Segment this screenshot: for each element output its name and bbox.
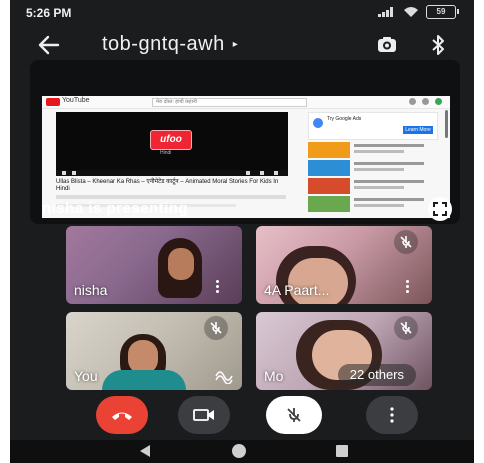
video-logo: ufoo — [150, 130, 192, 150]
battery-icon: 59 — [426, 5, 459, 19]
mic-off-icon — [287, 408, 301, 422]
fullscreen-button[interactable] — [428, 197, 452, 221]
recommended-video — [308, 142, 436, 158]
more-options-button[interactable] — [366, 396, 418, 434]
microphone-toggle-button[interactable] — [266, 396, 322, 434]
youtube-header: YouTube मेरा दोस्त: हाथी कहानी — [42, 96, 450, 109]
video-thumbnail — [308, 178, 350, 194]
presenting-label: nisha is presenting — [42, 200, 189, 217]
wifi-icon — [404, 7, 418, 17]
ad-title: Try Google Ads — [327, 116, 362, 122]
meeting-header: tob-gntq-awh ▸ — [10, 28, 474, 62]
participant-tile[interactable]: Mo 22 others — [256, 312, 432, 390]
caret-right-icon: ▸ — [232, 39, 239, 50]
camera-switch-icon[interactable] — [376, 34, 398, 56]
presentation-panel[interactable]: YouTube मेरा दोस्त: हाथी कहानी ufoo Hind… — [30, 60, 460, 224]
youtube-header-icons — [409, 98, 442, 105]
signal-icon — [378, 7, 396, 17]
participant-tile[interactable]: nisha — [66, 226, 242, 304]
status-icons: 59 — [378, 5, 459, 19]
ad-button: Learn More — [403, 126, 433, 134]
google-ads-icon — [313, 118, 323, 128]
video-controls — [56, 170, 288, 176]
more-vert-icon — [390, 407, 394, 423]
meeting-code-button[interactable]: tob-gntq-awh ▸ — [102, 33, 238, 56]
video-meta-line — [56, 195, 286, 199]
participant-name: You — [74, 368, 98, 384]
youtube-logo-icon — [46, 98, 60, 106]
video-title: Ullas Blista – Kheenar Ka Rhas – एनीमेटे… — [56, 179, 279, 192]
ad-card: Try Google Ads Learn More — [308, 112, 438, 140]
nav-back-icon[interactable] — [140, 445, 150, 457]
nav-home-icon[interactable] — [232, 444, 246, 458]
status-time: 5:26 PM — [26, 6, 72, 20]
video-camera-icon — [193, 409, 214, 421]
participant-tile[interactable]: 4A Paart... — [256, 226, 432, 304]
camera-toggle-button[interactable] — [178, 396, 230, 434]
video-thumbnail — [308, 142, 350, 158]
recommended-video — [308, 178, 436, 194]
video-player: ufoo Hindi — [56, 112, 288, 170]
nav-recents-icon[interactable] — [336, 445, 348, 457]
mic-off-icon — [394, 316, 418, 340]
back-arrow-icon[interactable] — [36, 32, 62, 58]
participant-name: Mo — [264, 368, 284, 384]
video-thumbnail — [308, 160, 350, 176]
recommended-video — [308, 196, 436, 212]
youtube-title: YouTube — [62, 97, 90, 104]
youtube-search: मेरा दोस्त: हाथी कहानी — [152, 98, 307, 107]
hang-up-icon — [112, 412, 132, 420]
tile-menu-icon[interactable] — [406, 280, 410, 296]
participant-name: nisha — [74, 282, 108, 298]
video-thumbnail — [308, 196, 350, 212]
mic-off-icon — [394, 230, 418, 254]
screen-scrollbar — [445, 110, 448, 138]
status-bar: 5:26 PM 59 — [10, 0, 474, 26]
participant-tile[interactable]: You — [66, 312, 242, 390]
recommended-video — [308, 160, 436, 176]
meeting-code: tob-gntq-awh — [102, 33, 225, 55]
video-logo-subtitle: Hindi — [160, 150, 172, 156]
end-call-button[interactable] — [96, 396, 148, 434]
mic-off-icon — [204, 316, 228, 340]
bluetooth-icon[interactable] — [431, 34, 445, 56]
participant-name: 4A Paart... — [264, 282, 330, 298]
system-navigation-bar — [10, 440, 474, 463]
meet-screen: 5:26 PM 59 tob-gntq-awh ▸ YouTube मेरा द… — [10, 0, 474, 463]
battery-level: 59 — [436, 7, 446, 16]
call-controls — [10, 396, 474, 436]
effects-icon[interactable] — [214, 368, 234, 384]
others-count[interactable]: 22 others — [337, 364, 416, 386]
tile-menu-icon[interactable] — [216, 280, 220, 296]
fullscreen-icon — [433, 202, 447, 216]
